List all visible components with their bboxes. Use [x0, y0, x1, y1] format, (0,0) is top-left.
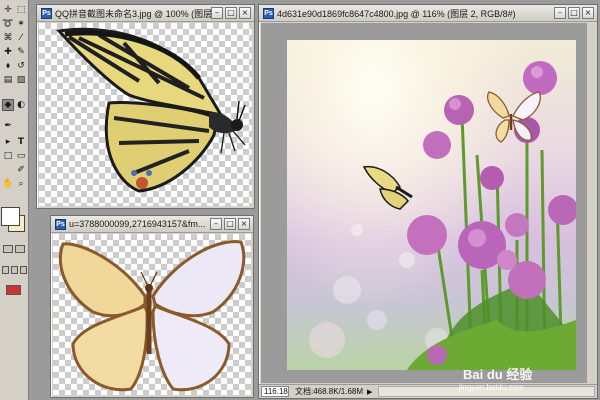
document-canvas[interactable] [261, 23, 587, 383]
close-button[interactable]: × [582, 7, 594, 19]
healing-tool-icon[interactable]: ✚ [2, 46, 14, 58]
flower-scene-graphic [309, 61, 576, 370]
shape-tool-icon[interactable]: ▭ [15, 150, 27, 162]
window-titlebar[interactable]: Ps 4d631e90d1869fc8647c4800.jpg @ 116% (… [259, 5, 597, 22]
zoom-tool-icon[interactable]: ⌕ [15, 178, 27, 190]
minimize-button[interactable]: – [210, 218, 222, 230]
close-button[interactable]: × [239, 7, 251, 19]
hand-tool-icon[interactable]: ✋ [2, 178, 14, 190]
minimize-button[interactable]: – [211, 7, 223, 19]
eyedropper-tool-icon[interactable]: ✐ [15, 164, 27, 176]
zoom-level-field[interactable]: 116.18% [261, 386, 289, 397]
window-titlebar[interactable]: Ps u=3788000099,2716943157&fm... – □ × [51, 216, 253, 233]
pen-tool-icon[interactable]: ✒ [2, 120, 14, 132]
window-title: u=3788000099,2716943157&fm... [69, 219, 206, 229]
maximize-button[interactable]: □ [225, 7, 237, 19]
gradient-tool-icon[interactable]: ▧ [15, 74, 27, 86]
screen-mode-standard-button[interactable] [2, 266, 9, 274]
crop-tool-icon[interactable]: ⌘ [2, 32, 14, 44]
watermark-url: jingyan.baidu.com [459, 383, 524, 392]
move-tool-icon[interactable]: ✛ [2, 4, 14, 16]
status-bar: 116.18% 文档:468.8K/1.68M ▶ [259, 384, 597, 398]
type-tool-icon[interactable]: T [15, 136, 27, 148]
document-size-info: 文档:468.8K/1.68M [295, 387, 364, 396]
history-brush-tool-icon[interactable]: ↺ [15, 60, 27, 72]
dodge-tool-icon[interactable]: ◐ [15, 99, 27, 111]
standard-mode-button[interactable] [3, 245, 13, 253]
path-select-tool-icon[interactable]: ▸ [2, 136, 14, 148]
minimize-button[interactable]: – [554, 7, 566, 19]
maximize-button[interactable]: □ [224, 218, 236, 230]
white-butterfly-image [58, 240, 246, 392]
window-title: 4d631e90d1869fc8647c4800.jpg @ 116% (图层 … [277, 8, 516, 19]
document-window-qq-butterfly: Ps QQ拼音截图未命名3.jpg @ 100% (图层 0, RGB/8#) … [36, 4, 255, 209]
slice-tool-icon[interactable]: ⁄ [15, 32, 27, 44]
imageready-jump-button[interactable] [6, 285, 21, 295]
lasso-tool-icon[interactable]: ➰ [2, 18, 14, 30]
photo-butterfly-yellow [362, 165, 413, 210]
blur-tool-icon[interactable]: ◆ [2, 99, 14, 111]
notes-tool-icon[interactable]: □ [2, 150, 14, 162]
flower-photo-image [287, 40, 576, 370]
tools-panel: ✛ ⬚ ➰ ✶ ⌘ ⁄ ✚ ✎ ⬧ ↺ ▤ ▧ ◆ ◐ ✒ T ▸ ▭ □ ✐ … [0, 0, 29, 400]
marquee-tool-icon[interactable]: ⬚ [15, 4, 27, 16]
maximize-button[interactable]: □ [568, 7, 580, 19]
document-canvas[interactable] [39, 23, 252, 206]
screen-mode-full-button[interactable] [20, 266, 27, 274]
photoshop-doc-icon: Ps [263, 7, 274, 19]
vertical-scrollbar[interactable] [588, 22, 597, 384]
baidu-jingyan-watermark: Bai du 经验 [463, 367, 533, 382]
swallowtail-butterfly-image [56, 27, 246, 193]
window-titlebar[interactable]: Ps QQ拼音截图未命名3.jpg @ 100% (图层 0, RGB/8#) … [37, 5, 254, 22]
photoshop-doc-icon: Ps [41, 7, 52, 19]
document-window-white-butterfly: Ps u=3788000099,2716943157&fm... – □ × [50, 215, 254, 398]
stamp-tool-icon[interactable]: ⬧ [2, 60, 14, 72]
screen-mode-full-menu-button[interactable] [11, 266, 18, 274]
document-canvas[interactable] [53, 234, 251, 395]
close-button[interactable]: × [238, 218, 250, 230]
status-menu-arrow-icon[interactable]: ▶ [367, 388, 372, 396]
magic-wand-tool-icon[interactable]: ✶ [15, 18, 27, 30]
document-window-main-photo: Ps 4d631e90d1869fc8647c4800.jpg @ 116% (… [258, 4, 598, 399]
window-title: QQ拼音截图未命名3.jpg @ 100% (图层 0, RGB/8#) [55, 8, 211, 19]
eraser-tool-icon[interactable]: ▤ [2, 74, 14, 86]
photoshop-doc-icon: Ps [55, 218, 66, 230]
brush-tool-icon[interactable]: ✎ [15, 46, 27, 58]
foreground-color-swatch[interactable] [1, 207, 20, 226]
quick-mask-mode-button[interactable] [15, 245, 25, 253]
